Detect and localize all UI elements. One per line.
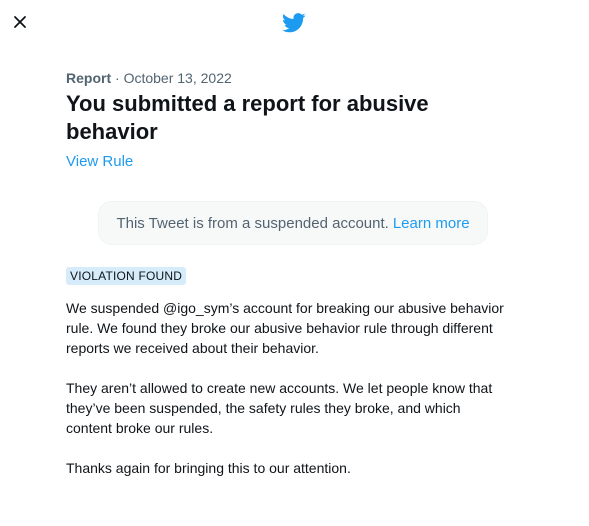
paragraph: Thanks again for bringing this to our at… — [66, 460, 351, 476]
twitter-bird-icon — [282, 13, 306, 33]
paragraph: We suspended @igo_sym’s account for brea… — [66, 300, 504, 356]
violation-badge: VIOLATION FOUND — [66, 267, 187, 285]
report-body: We suspended @igo_sym’s account for brea… — [66, 298, 506, 498]
paragraph: They aren’t allowed to create new accoun… — [66, 380, 493, 436]
report-date: October 13, 2022 — [123, 70, 232, 86]
close-icon — [14, 16, 26, 28]
page-title: You submitted a report for abusive behav… — [66, 91, 429, 144]
learn-more-link[interactable]: Learn more — [393, 215, 470, 232]
report-label: Report — [66, 70, 112, 86]
twitter-logo[interactable] — [282, 12, 306, 34]
notice-text: This Tweet is from a suspended account. — [116, 214, 389, 232]
meta-separator: · — [111, 70, 124, 86]
report-header: Report · October 13, 2022 You submitted … — [66, 68, 506, 172]
suspended-tweet-notice: This Tweet is from a suspended account. … — [98, 201, 488, 245]
view-rule-link[interactable]: View Rule — [66, 152, 133, 172]
close-button[interactable] — [8, 10, 32, 34]
report-meta: Report · October 13, 2022 — [66, 68, 506, 88]
